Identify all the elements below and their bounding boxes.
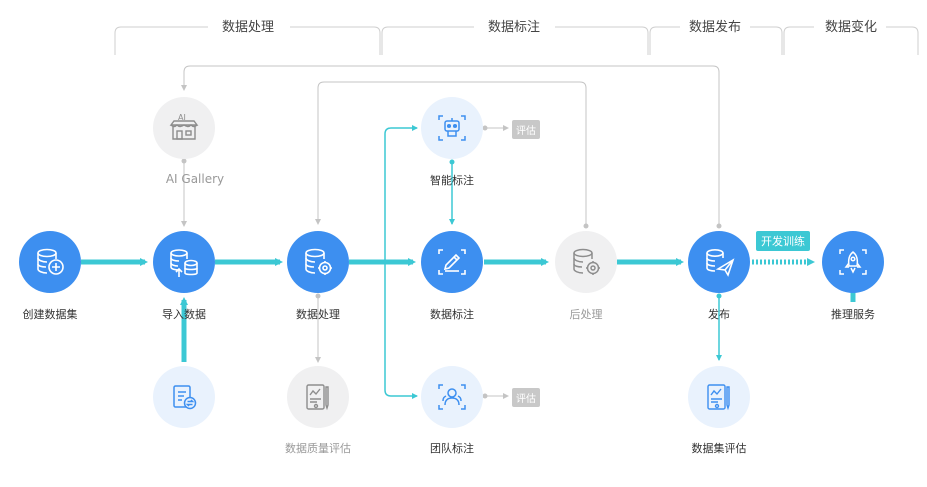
- create-dataset-node[interactable]: [19, 231, 81, 293]
- team-labeling-node[interactable]: [421, 366, 483, 428]
- database-add-icon: [37, 248, 64, 275]
- document-exchange-icon: [173, 385, 197, 410]
- inference-label: 推理服务: [831, 308, 875, 321]
- import-data-node[interactable]: [153, 231, 215, 293]
- team-eval-tag[interactable]: 评估: [512, 388, 540, 407]
- data-labeling-node[interactable]: [421, 231, 483, 293]
- smart-labeling-node[interactable]: [421, 97, 483, 159]
- database-send-icon: [706, 249, 735, 277]
- ai-gallery-node[interactable]: AI: [153, 97, 215, 159]
- data-quality-node[interactable]: [287, 366, 349, 428]
- label-edit-icon: [438, 249, 466, 275]
- dev-training-tag[interactable]: 开发训练: [756, 231, 810, 251]
- publish-label: 发布: [708, 308, 730, 321]
- post-processing-label: 后处理: [569, 308, 603, 321]
- database-gear-icon: [573, 248, 600, 275]
- stage-brackets: [114, 26, 919, 55]
- publish-node[interactable]: [688, 231, 750, 293]
- create-dataset-label: 创建数据集: [22, 308, 78, 321]
- team-users-icon: [438, 384, 466, 410]
- data-labeling-label: 数据标注: [430, 308, 474, 321]
- data-quality-label: 数据质量评估: [285, 442, 351, 455]
- dataset-eval-node[interactable]: [688, 366, 750, 428]
- database-gear-icon: [305, 248, 332, 275]
- import-source-node[interactable]: [153, 366, 215, 428]
- report-chart-icon: [306, 384, 329, 411]
- report-chart-icon: [707, 384, 730, 411]
- ai-store-icon: AI: [169, 113, 199, 140]
- team-labeling-label: 团队标注: [430, 442, 474, 455]
- ai-gallery-label: AI Gallery: [165, 172, 225, 186]
- data-processing-node[interactable]: [287, 231, 349, 293]
- import-data-label: 导入数据: [162, 308, 206, 321]
- post-processing-node[interactable]: [555, 231, 617, 293]
- database-import-icon: [170, 249, 198, 277]
- smart-eval-tag[interactable]: 评估: [512, 120, 540, 139]
- robot-icon: [438, 115, 466, 141]
- data-processing-label: 数据处理: [296, 308, 340, 321]
- smart-labeling-label: 智能标注: [430, 174, 474, 187]
- dataset-eval-label: 数据集评估: [691, 442, 747, 455]
- inference-node[interactable]: [822, 231, 884, 293]
- rocket-icon: [839, 249, 867, 275]
